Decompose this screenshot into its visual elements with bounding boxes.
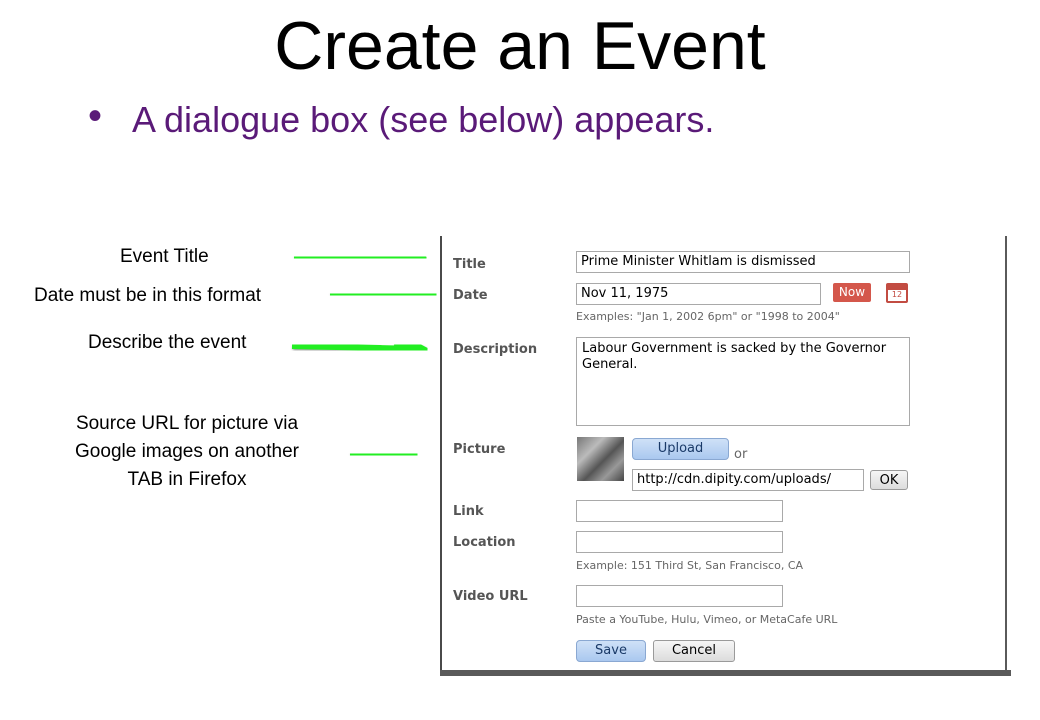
calendar-day: 12: [891, 290, 903, 299]
date-hint: Examples: "Jan 1, 2002 6pm" or "1998 to …: [576, 310, 840, 323]
or-text: or: [734, 447, 748, 462]
ok-button[interactable]: OK: [870, 470, 908, 490]
description-label: Description: [453, 342, 538, 357]
link-label: Link: [453, 504, 484, 519]
cancel-button[interactable]: Cancel: [653, 640, 735, 662]
date-label: Date: [453, 288, 488, 303]
annotation-source-line2: Google images on another: [75, 441, 299, 462]
dialog-border: [440, 236, 442, 676]
bullet-text: A dialogue box (see below) appears.: [132, 99, 715, 140]
picture-thumbnail: [577, 437, 624, 481]
arrow-icon: [291, 330, 430, 367]
annotation-describe: Describe the event: [88, 332, 247, 353]
video-url-label: Video URL: [453, 589, 528, 604]
annotation-source-line3: TAB in Firefox: [127, 469, 247, 490]
date-input[interactable]: Nov 11, 1975: [576, 283, 821, 305]
location-input[interactable]: [576, 531, 783, 553]
link-input[interactable]: [576, 500, 783, 522]
location-hint: Example: 151 Third St, San Francisco, CA: [576, 559, 804, 572]
arrow-icon: [349, 436, 423, 473]
slide-title: Create an Event: [274, 8, 766, 84]
event-dialog: Title Prime Minister Whitlam is dismisse…: [440, 236, 1011, 676]
picture-label: Picture: [453, 442, 506, 457]
location-label: Location: [453, 535, 516, 550]
arrow-icon: [293, 239, 429, 276]
video-url-input[interactable]: [576, 585, 783, 607]
upload-button[interactable]: Upload: [632, 438, 729, 460]
annotation-event-title: Event Title: [120, 246, 209, 267]
arrow-icon: [329, 276, 440, 313]
dialog-border: [440, 670, 1011, 676]
now-button[interactable]: Now: [833, 283, 871, 302]
annotation-source-url: Source URL for picture via Google images…: [40, 410, 334, 494]
picture-url-input[interactable]: http://cdn.dipity.com/uploads/: [632, 469, 864, 491]
save-button[interactable]: Save: [576, 640, 646, 662]
bullet-icon: •: [88, 94, 103, 138]
video-url-hint: Paste a YouTube, Hulu, Vimeo, or MetaCaf…: [576, 613, 838, 626]
annotation-source-line1: Source URL for picture via: [75, 413, 299, 434]
description-textarea[interactable]: Labour Government is sacked by the Gover…: [576, 337, 910, 426]
dialog-border: [1005, 236, 1007, 676]
annotation-date-format: Date must be in this format: [34, 285, 262, 306]
calendar-icon[interactable]: 12: [886, 283, 908, 303]
title-input[interactable]: Prime Minister Whitlam is dismissed: [576, 251, 910, 273]
title-label: Title: [453, 257, 486, 272]
